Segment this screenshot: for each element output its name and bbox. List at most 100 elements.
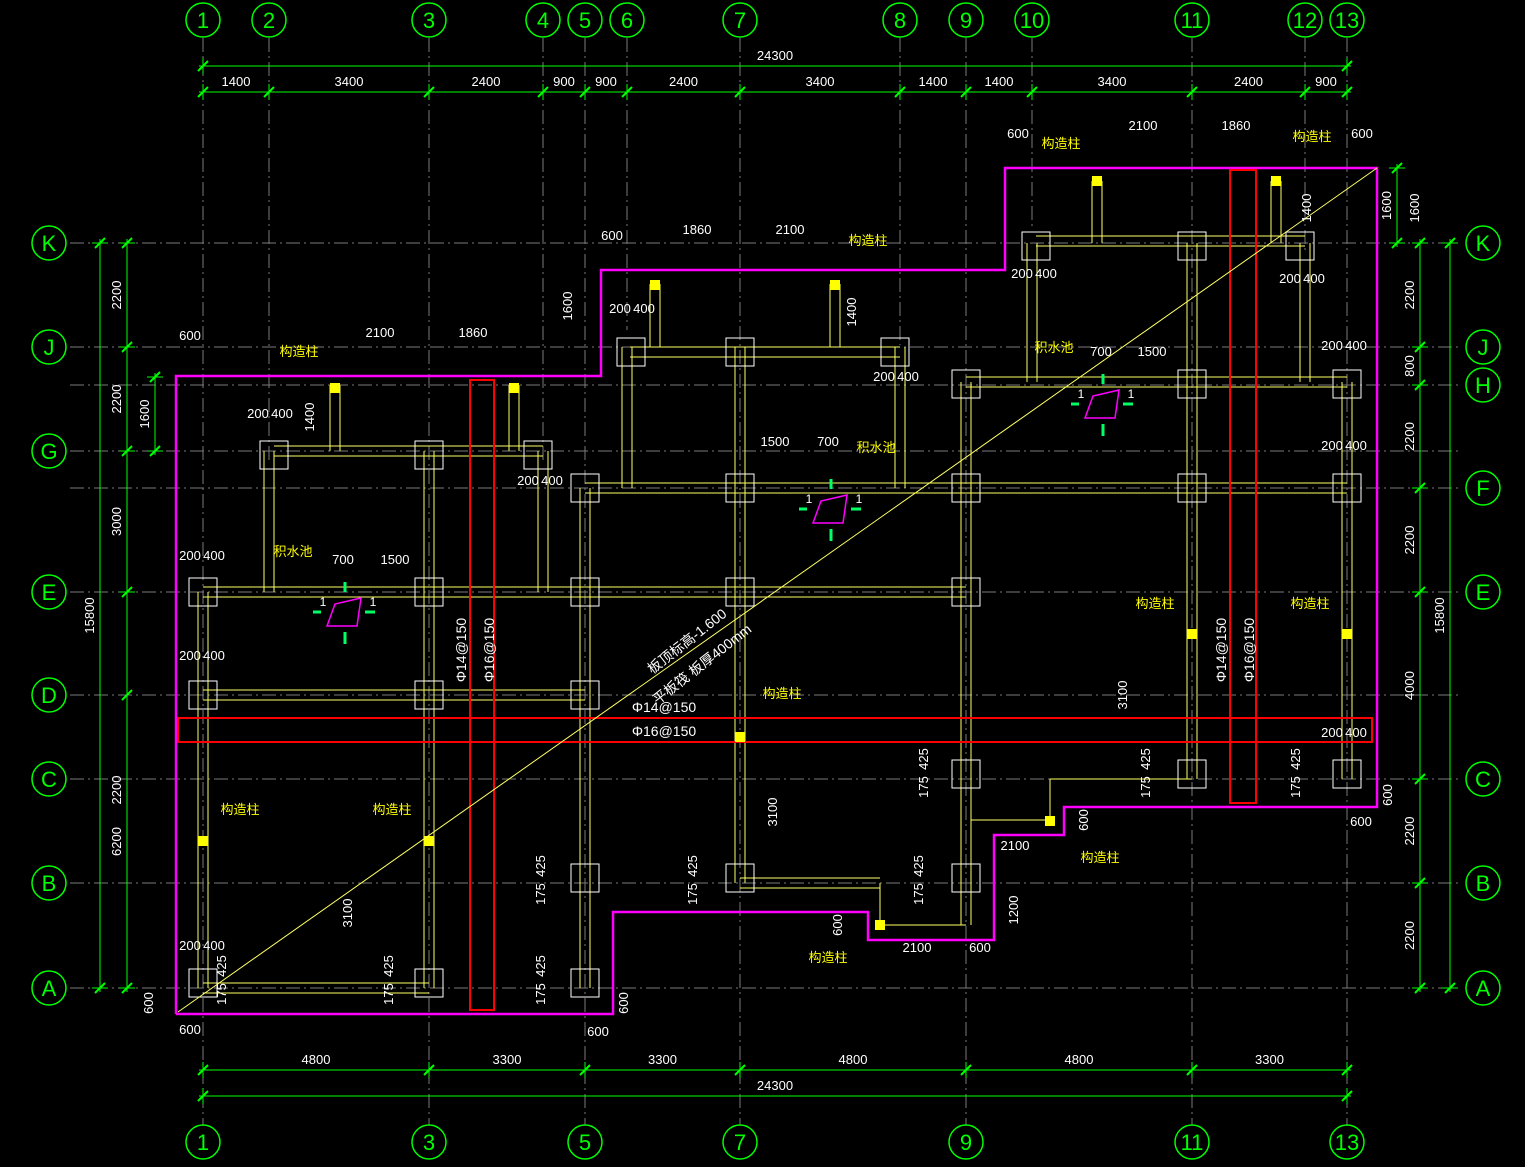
axis-bubble-11-label: 11 (1181, 1130, 1204, 1155)
dim-text: 2400 (1234, 74, 1263, 89)
section-number: 1 (1078, 387, 1085, 401)
dim-text: 3400 (1098, 74, 1127, 89)
local-dim: 1200 (1006, 896, 1021, 925)
local-dim: 200 (247, 406, 269, 421)
local-dim: 200 (179, 648, 201, 663)
dim-text: 4800 (1065, 1052, 1094, 1067)
local-dim: 200 (1279, 271, 1301, 286)
dim-text: 1400 (985, 74, 1014, 89)
axis-bubble-left-B-label: B (42, 871, 57, 896)
local-dim: 700 (817, 434, 839, 449)
pit-label: 积水池 (856, 440, 895, 455)
axis-bubble-right-K-label: K (1476, 231, 1491, 256)
local-dim: 1600 (1407, 194, 1422, 223)
drawing-canvas: 24300 1400 3400 2400 900 900 2400 3400 1400 1400 3… (0, 0, 1525, 1163)
local-dim: 400 (271, 406, 293, 421)
axis-bubble-left-E-label: E (42, 580, 57, 605)
gzz-label: 构造柱 (1135, 596, 1174, 611)
local-dim: 1400 (1299, 194, 1314, 223)
local-dim: 425 (685, 855, 700, 877)
gzz-column (830, 280, 840, 290)
dim-text: 2200 (109, 281, 124, 310)
local-dim: 1860 (459, 325, 488, 340)
local-dim: 200 (1321, 338, 1343, 353)
local-dim: 1400 (302, 403, 317, 432)
rebar-text-b: Φ16@150 (632, 723, 697, 739)
gzz-column (1187, 629, 1197, 639)
axis-bubble-right-B-label: B (1476, 871, 1491, 896)
axis-bubble-left-C-label: C (41, 767, 57, 792)
local-dim: 1500 (1138, 344, 1167, 359)
rebar-text-b: Φ16@150 (1241, 618, 1257, 683)
local-dim: 600 (141, 992, 156, 1014)
local-dim: 200 (1321, 725, 1343, 740)
local-dim: 600 (1350, 814, 1372, 829)
dim-text: 3300 (648, 1052, 677, 1067)
axis-bubble-right-H-label: H (1475, 373, 1491, 398)
gzz-column (650, 280, 660, 290)
axis-bubble-6-label: 6 (621, 8, 633, 33)
axis-bubble-left-K-label: K (42, 231, 57, 256)
local-dim: 200 (517, 473, 539, 488)
dim-text: 4000 (1402, 671, 1417, 700)
local-dim: 1860 (1222, 118, 1251, 133)
rebar-text-b: Φ16@150 (481, 618, 497, 683)
dim-text: 24300 (757, 48, 793, 63)
local-dim: 600 (830, 914, 845, 936)
axis-bubble-11-label: 11 (1181, 8, 1204, 33)
axis-bubble-1-label: 1 (197, 8, 209, 33)
local-dim: 600 (601, 228, 623, 243)
local-dim: 175 (916, 776, 931, 798)
foundation-plan: 243001400 3400 2400 900 900 2400 3400 1400 1400 3… (0, 0, 1525, 1163)
section-number: 1 (1128, 387, 1135, 401)
axis-bubble-right-J-label: J (1478, 335, 1489, 360)
local-dim: 200 (179, 938, 201, 953)
local-dim: 425 (381, 955, 396, 977)
dim-text: 2400 (669, 74, 698, 89)
dim-text: 3400 (806, 74, 835, 89)
local-dim: 600 (1076, 809, 1091, 831)
axis-bubble-right-E-label: E (1476, 580, 1491, 605)
dim-text: 800 (1402, 355, 1417, 377)
dim-text: 3000 (109, 507, 124, 536)
local-dim: 175 (911, 883, 926, 905)
pit-label: 积水池 (273, 544, 312, 559)
local-dim: 1600 (560, 292, 575, 321)
local-dim: 175 (533, 883, 548, 905)
dim-text: 4800 (302, 1052, 331, 1067)
dim-text: 2200 (109, 776, 124, 805)
section-number: 1 (370, 595, 377, 609)
local-dim: 425 (533, 855, 548, 877)
gzz-column (509, 383, 519, 393)
axis-bubble-13-label: 13 (1335, 1130, 1359, 1155)
local-dim: 400 (1345, 438, 1367, 453)
pit-label: 积水池 (1034, 340, 1073, 355)
local-dim: 175 (1138, 776, 1153, 798)
dim-text: 24300 (757, 1078, 793, 1093)
rebar-text-a: Φ14@150 (1213, 618, 1229, 683)
dim-text: 15800 (82, 597, 97, 633)
local-dim: 1400 (844, 298, 859, 327)
gzz-column (198, 836, 208, 846)
local-dim: 600 (1380, 784, 1395, 806)
gzz-label: 构造柱 (1080, 850, 1119, 865)
axis-bubble-right-F-label: F (1476, 476, 1489, 501)
dim-text: 15800 (1432, 597, 1447, 633)
local-dim: 600 (1351, 126, 1373, 141)
gzz-column (1092, 176, 1102, 186)
local-dim: 2100 (1129, 118, 1158, 133)
dim-text: 3300 (1255, 1052, 1284, 1067)
dim-text: 900 (595, 74, 617, 89)
local-dim: 175 (533, 983, 548, 1005)
axis-bubble-12-label: 12 (1293, 8, 1317, 33)
dim-text: 3400 (335, 74, 364, 89)
local-dim: 3100 (340, 899, 355, 928)
local-dim: 425 (1138, 748, 1153, 770)
dim-text: 2200 (1402, 422, 1417, 451)
section-number: 1 (856, 492, 863, 506)
local-dim: 400 (1345, 725, 1367, 740)
local-dim: 400 (1345, 338, 1367, 353)
section-number: 1 (320, 595, 327, 609)
local-dim: 400 (203, 648, 225, 663)
gzz-column (1271, 176, 1281, 186)
